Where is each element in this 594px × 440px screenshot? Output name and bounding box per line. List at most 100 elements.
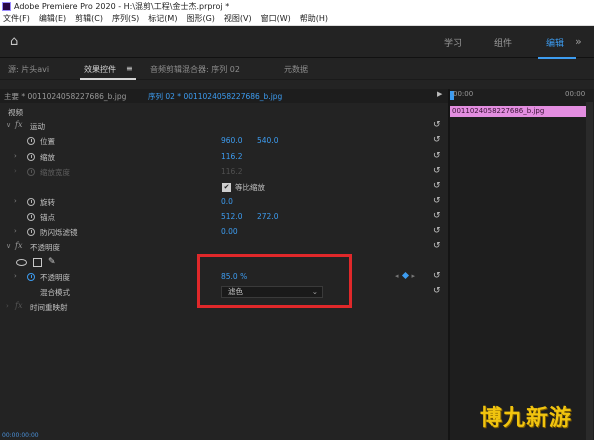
- reset-icon[interactable]: ↺: [433, 151, 441, 161]
- stopwatch-icon[interactable]: [27, 198, 35, 206]
- menu-help[interactable]: 帮助(H): [297, 13, 334, 24]
- fx-icon[interactable]: fx: [15, 241, 22, 250]
- section-video-label: 视频: [8, 108, 23, 117]
- property-uniform-scale: ✔ 等比缩放 ↺: [0, 181, 448, 194]
- scale-width-value: 116.2: [221, 167, 243, 176]
- stopwatch-icon[interactable]: [27, 153, 35, 161]
- chevron-right-icon: ›: [14, 167, 17, 175]
- add-keyframe-icon[interactable]: [401, 271, 409, 280]
- position-label: 位置: [40, 137, 55, 146]
- premiere-app-icon: [2, 1, 11, 11]
- chevron-right-icon[interactable]: ›: [14, 197, 17, 205]
- anchor-x-value[interactable]: 512.0: [221, 212, 242, 221]
- effect-opacity[interactable]: ∨ fx 不透明度 ↺: [0, 241, 448, 254]
- effect-controls-timeline: 00:00 00:00 0011024058227686_b.jpg: [450, 89, 594, 440]
- chevron-down-icon[interactable]: ∨: [6, 121, 11, 129]
- tab-metadata[interactable]: 元数据: [284, 64, 308, 75]
- anchor-y-value[interactable]: 272.0: [257, 212, 278, 221]
- menu-bar: 文件(F) 编辑(E) 剪辑(C) 序列(S) 标记(M) 图形(G) 视图(V…: [0, 12, 594, 26]
- menu-view[interactable]: 视图(V): [221, 13, 258, 24]
- scale-value[interactable]: 116.2: [221, 152, 242, 161]
- ruler-end-time: 00:00: [565, 90, 586, 98]
- chevron-right-icon[interactable]: ›: [14, 152, 17, 160]
- chevron-down-icon[interactable]: ∨: [6, 242, 11, 250]
- stopwatch-icon[interactable]: [27, 228, 35, 236]
- effect-controls-header: 主要 * 0011024058227686_b.jpg 序列 02 * 0011…: [0, 89, 448, 103]
- pen-mask-icon[interactable]: ✎: [48, 257, 56, 267]
- panel-menu-icon[interactable]: ≡: [126, 64, 133, 73]
- stopwatch-icon[interactable]: [27, 273, 35, 281]
- menu-graphics[interactable]: 图形(G): [183, 13, 220, 24]
- reset-icon[interactable]: ↺: [433, 226, 441, 236]
- reset-icon[interactable]: ↺: [433, 211, 441, 221]
- reset-icon[interactable]: ↺: [433, 181, 441, 191]
- rectangle-mask-icon[interactable]: [33, 258, 42, 267]
- workspace-menu-icon[interactable]: »: [575, 35, 582, 48]
- property-scale-width: › 缩放宽度 116.2 ↺: [0, 166, 448, 179]
- active-tab-indicator: [80, 78, 136, 80]
- menu-clip[interactable]: 剪辑(C): [72, 13, 109, 24]
- reset-icon[interactable]: ↺: [433, 166, 441, 176]
- rotation-label: 旋转: [40, 198, 55, 207]
- menu-edit[interactable]: 编辑(E): [36, 13, 72, 24]
- menu-markers[interactable]: 标记(M): [145, 13, 183, 24]
- tab-effect-controls[interactable]: 效果控件: [84, 64, 116, 75]
- position-y-value[interactable]: 540.0: [257, 136, 278, 145]
- rotation-value[interactable]: 0.0: [221, 197, 233, 206]
- menu-file[interactable]: 文件(F): [0, 13, 36, 24]
- reset-icon[interactable]: ↺: [433, 241, 441, 251]
- section-video: 视频: [0, 106, 448, 119]
- reset-icon[interactable]: ↺: [433, 120, 441, 130]
- sequence-clip-label[interactable]: 序列 02 * 0011024058227686_b.jpg: [148, 91, 282, 102]
- position-x-value[interactable]: 960.0: [221, 136, 242, 145]
- uniform-scale-checkbox[interactable]: ✔: [222, 183, 231, 192]
- ellipse-mask-icon[interactable]: [16, 259, 27, 266]
- play-only-icon[interactable]: ▶: [437, 90, 442, 98]
- vertical-scrollbar[interactable]: [586, 102, 593, 440]
- menu-sequence[interactable]: 序列(S): [109, 13, 145, 24]
- effect-motion[interactable]: ∨ fx 运动 ↺: [0, 120, 448, 133]
- title-bar: Adobe Premiere Pro 2020 - H:\混剪\工程\金士杰.p…: [0, 0, 594, 12]
- fx-icon[interactable]: fx: [15, 301, 22, 310]
- stopwatch-icon[interactable]: [27, 213, 35, 221]
- reset-icon[interactable]: ↺: [433, 196, 441, 206]
- opacity-title: 不透明度: [30, 243, 60, 252]
- workspace-learning[interactable]: 学习: [444, 36, 462, 49]
- anchor-label: 锚点: [40, 213, 55, 222]
- prev-keyframe-icon[interactable]: ◂: [395, 272, 399, 280]
- reset-icon[interactable]: ↺: [433, 286, 441, 296]
- scale-width-label: 缩放宽度: [40, 168, 70, 177]
- uniform-scale-label: 等比缩放: [235, 183, 265, 192]
- chevron-right-icon[interactable]: ›: [14, 272, 17, 280]
- chevron-right-icon[interactable]: ›: [14, 227, 17, 235]
- home-icon[interactable]: ⌂: [10, 35, 24, 49]
- property-anti-flicker: › 防闪烁滤镜 0.00 ↺: [0, 226, 448, 239]
- property-scale: › 缩放 116.2 ↺: [0, 151, 448, 164]
- chevron-right-icon[interactable]: ›: [6, 302, 9, 310]
- property-position: 位置 960.0 540.0 ↺: [0, 135, 448, 148]
- scale-label: 缩放: [40, 153, 55, 162]
- timeline-ruler[interactable]: 00:00 00:00: [450, 89, 594, 101]
- menu-window[interactable]: 窗口(W): [258, 13, 297, 24]
- stopwatch-icon: [27, 168, 35, 176]
- workspace-editing[interactable]: 编辑: [546, 36, 564, 49]
- anti-flicker-label: 防闪烁滤镜: [40, 228, 78, 237]
- blend-mode-label: 混合模式: [40, 288, 70, 297]
- stopwatch-icon[interactable]: [27, 137, 35, 145]
- workspace-bar: ⌂ 学习 组件 编辑 »: [0, 26, 594, 59]
- timeline-clip[interactable]: 0011024058227686_b.jpg: [450, 106, 586, 117]
- anti-flicker-value[interactable]: 0.00: [221, 227, 238, 236]
- workspace-assembly[interactable]: 组件: [494, 36, 512, 49]
- next-keyframe-icon[interactable]: ▸: [412, 272, 416, 280]
- property-anchor-point: 锚点 512.0 272.0 ↺: [0, 211, 448, 224]
- reset-icon[interactable]: ↺: [433, 135, 441, 145]
- current-timecode[interactable]: 00:00:00:00: [2, 432, 39, 439]
- highlight-box: [197, 254, 352, 308]
- master-clip-label[interactable]: 主要 * 0011024058227686_b.jpg: [4, 91, 126, 102]
- reset-icon[interactable]: ↺: [433, 271, 441, 281]
- tab-source[interactable]: 源: 片头avi: [8, 64, 49, 75]
- time-remap-title: 时间重映射: [30, 303, 68, 312]
- tab-audio-clip-mixer[interactable]: 音频剪辑混合器: 序列 02: [150, 64, 240, 75]
- property-rotation: › 旋转 0.0 ↺: [0, 196, 448, 209]
- fx-icon[interactable]: fx: [15, 120, 22, 129]
